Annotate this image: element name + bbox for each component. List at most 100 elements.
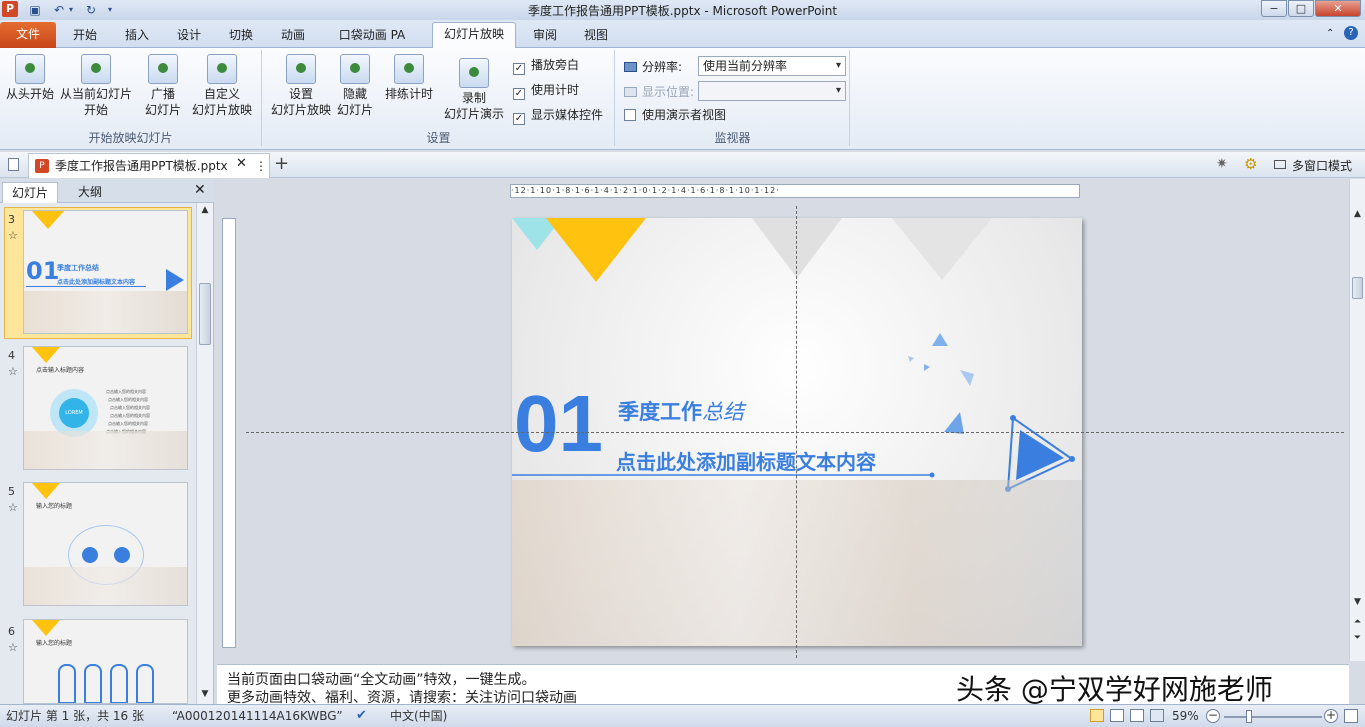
thumb-line-4: 点击输入您的相关内容: [110, 413, 150, 418]
custom-slide-show-button[interactable]: 自定义 幻灯片放映: [186, 54, 258, 118]
thumb-line-2: 点击输入您的相关内容: [108, 397, 148, 402]
add-tab-button[interactable]: +: [274, 153, 289, 174]
tab-design[interactable]: 设计: [166, 24, 212, 48]
checkbox-box: [624, 109, 636, 121]
slide-show-icon[interactable]: [1150, 709, 1164, 722]
horizontal-guide[interactable]: [246, 432, 1344, 433]
minimize-button[interactable]: −: [1261, 0, 1287, 17]
play-from-current-icon: [81, 54, 111, 84]
slide-sorter-icon[interactable]: [1110, 709, 1124, 722]
animation-star-icon: ☆: [8, 641, 18, 654]
zoom-in-icon[interactable]: +: [1324, 709, 1338, 723]
tab-review[interactable]: 审阅: [522, 24, 568, 48]
group-label-setup: 设置: [426, 131, 451, 145]
tab-slide-show[interactable]: 幻灯片放映: [432, 22, 516, 49]
scroll-down-arrow[interactable]: ▼: [197, 689, 213, 699]
thumb-subtitle: 点击此处添加副标题文本内容: [57, 279, 136, 286]
close-button[interactable]: ✕: [1315, 0, 1361, 17]
from-current-button[interactable]: 从当前幻灯片 开始: [58, 54, 134, 118]
slides-pane-scrollbar[interactable]: ▲ ▼: [196, 203, 213, 704]
thumb-card-4: [136, 664, 154, 703]
help-icon[interactable]: ?: [1344, 26, 1358, 40]
maximize-button[interactable]: □: [1288, 0, 1314, 17]
sparkle-icon[interactable]: ✷: [1216, 156, 1228, 172]
slide-thumbnail-4[interactable]: 点击输入标题内容 LOREM 点击输入您的相关内容 点击输入您的相关内容 点击输…: [23, 346, 188, 470]
slide-number-text[interactable]: 01: [514, 382, 603, 466]
custom-show-label-1: 自定义: [203, 87, 240, 101]
tab-file[interactable]: 文件: [0, 22, 56, 48]
zoom-percentage[interactable]: 59%: [1172, 705, 1199, 727]
rehearse-timings-button[interactable]: 排练计时: [381, 54, 437, 102]
record-label-1: 录制: [461, 91, 486, 105]
tab-more-icon[interactable]: ⋮: [255, 154, 267, 178]
tab-pocket-animation[interactable]: 口袋动画 PA: [330, 24, 414, 48]
zoom-slider-thumb[interactable]: [1246, 710, 1252, 723]
show-on-icon: [624, 87, 637, 97]
use-timings-label: 使用计时: [531, 83, 580, 97]
slides-pane: 幻灯片 大纲 ✕ 3 ☆ 01 季度工作总结 点击此处添加副标题文本内容 4 ☆…: [0, 179, 214, 704]
ribbon-minimize-icon[interactable]: ⌃: [1326, 28, 1334, 39]
from-beginning-button[interactable]: 从头开始: [4, 54, 56, 102]
watermark-text: 头条 @宁双学好网施老师: [956, 673, 1273, 706]
thumb-circle-inner: LOREM: [59, 398, 89, 428]
resolution-select[interactable]: 使用当前分辨率: [698, 56, 846, 76]
setup-slide-show-button[interactable]: 设置 幻灯片放映: [267, 54, 335, 118]
thumb-play-triangle: [166, 269, 184, 291]
thumb-title: 输入您的标题: [36, 640, 73, 647]
record-slide-show-button[interactable]: 录制 幻灯片演示: [439, 58, 509, 122]
pane-close-icon[interactable]: ✕: [194, 182, 206, 198]
multi-window-button[interactable]: 多窗口模式: [1292, 157, 1352, 174]
tab-close-icon[interactable]: ✕: [236, 156, 247, 171]
hide-slide-button[interactable]: 隐藏 幻灯片: [335, 54, 375, 118]
scroll-up-arrow[interactable]: ▲: [197, 205, 213, 215]
slide-subtitle[interactable]: 点击此处添加副标题文本内容: [616, 446, 876, 475]
status-bar: 幻灯片 第 1 张，共 16 张 “A000120141114A16KWBG” …: [0, 704, 1365, 727]
tab-insert[interactable]: 插入: [114, 24, 160, 48]
play-narrations-checkbox[interactable]: ✓ 播放旁白: [513, 56, 579, 75]
horizontal-ruler[interactable]: ·12·1·10·1·8·1·6·1·4·1·2·1·0·1·2·1·4·1·6…: [510, 184, 1080, 198]
slide-title[interactable]: 季度工作总结: [618, 396, 744, 426]
vertical-ruler[interactable]: [222, 218, 236, 648]
show-on-label: 显示位置:: [642, 85, 695, 99]
scroll-down-arrow[interactable]: ▼: [1350, 597, 1365, 607]
presenter-view-checkbox[interactable]: 使用演示者视图: [624, 106, 726, 124]
setup-label-2: 幻灯片放映: [270, 103, 331, 117]
broadcast-button[interactable]: 广播 幻灯片: [142, 54, 184, 118]
normal-view-icon[interactable]: [1090, 709, 1104, 722]
thumb-underline: [26, 286, 146, 287]
thumbnail-number: 6: [8, 625, 15, 638]
use-timings-checkbox[interactable]: ✓ 使用计时: [513, 81, 580, 100]
scroll-up-arrow[interactable]: ▲: [1350, 209, 1365, 219]
document-tab[interactable]: P 季度工作报告通用PPT模板.pptx ⋮: [28, 153, 270, 178]
tab-animations[interactable]: 动画: [270, 24, 316, 48]
tab-view[interactable]: 视图: [573, 24, 619, 48]
slide-thumbnail-3[interactable]: 01 季度工作总结 点击此处添加副标题文本内容: [23, 210, 188, 334]
hide-label-2: 幻灯片: [336, 103, 373, 117]
new-doc-icon[interactable]: [8, 158, 19, 171]
show-media-controls-checkbox[interactable]: ✓ 显示媒体控件: [513, 106, 603, 125]
document-tab-bar: P 季度工作报告通用PPT模板.pptx ⋮ ✕ + ✷ ⚙ 多窗口模式: [0, 152, 1365, 178]
slide-scrollbar[interactable]: ▲ ▼ ⏶ ⏷: [1349, 179, 1365, 661]
people-photo: [512, 480, 1082, 646]
slide-thumbnail-5[interactable]: 输入您的标题: [23, 482, 188, 606]
next-slide-button[interactable]: ⏷: [1350, 633, 1365, 643]
pptx-file-icon: P: [35, 159, 49, 173]
slide-thumbnail-6[interactable]: 输入您的标题: [23, 619, 188, 704]
thumb-line-3: 点击输入您的相关内容: [110, 405, 150, 410]
tab-transitions[interactable]: 切换: [218, 24, 264, 48]
zoom-out-icon[interactable]: −: [1206, 709, 1220, 723]
reading-view-icon[interactable]: [1130, 709, 1144, 722]
tab-home[interactable]: 开始: [62, 24, 108, 48]
tab-outline[interactable]: 大纲: [62, 182, 118, 203]
scroll-thumb[interactable]: [199, 283, 211, 345]
yellow-triangle: [546, 218, 646, 282]
previous-slide-button[interactable]: ⏶: [1350, 617, 1365, 627]
fit-to-window-icon[interactable]: [1344, 709, 1358, 723]
scroll-thumb[interactable]: [1352, 277, 1363, 299]
tab-slides[interactable]: 幻灯片: [2, 182, 58, 203]
settings-gear-icon[interactable]: ⚙: [1244, 155, 1257, 173]
window-title: 季度工作报告通用PPT模板.pptx - Microsoft PowerPoin…: [527, 4, 838, 18]
spell-check-icon[interactable]: ✔: [356, 705, 367, 727]
zoom-slider-track[interactable]: [1224, 716, 1322, 718]
language-status[interactable]: 中文(中国): [390, 705, 447, 727]
